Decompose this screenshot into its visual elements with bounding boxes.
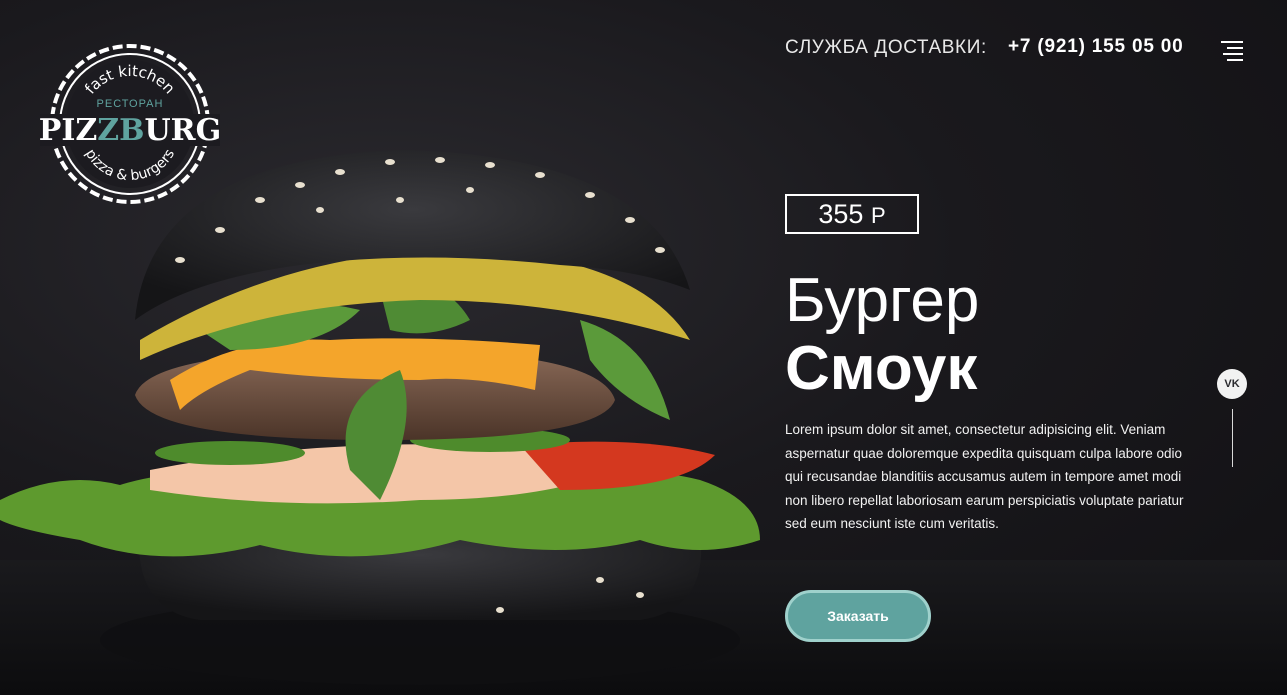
phone-number[interactable]: +7 (921) 155 05 00 bbox=[1008, 36, 1184, 58]
order-button[interactable]: Заказать bbox=[785, 590, 931, 642]
product-title-line2: Смоук bbox=[785, 334, 978, 403]
delivery-label: СЛУЖБА ДОСТАВКИ: bbox=[785, 37, 987, 58]
burger-image bbox=[0, 150, 760, 685]
logo-sub-text: РЕСТОРАН bbox=[97, 98, 164, 110]
product-title-line1: Бургер bbox=[785, 266, 980, 335]
price-value: 355 bbox=[818, 199, 864, 229]
hamburger-menu-icon[interactable] bbox=[1221, 41, 1243, 61]
price-badge: 355 Р bbox=[785, 194, 919, 234]
price-currency: Р bbox=[870, 203, 886, 228]
product-description: Lorem ipsum dolor sit amet, consectetur … bbox=[785, 422, 1184, 531]
social-divider bbox=[1232, 409, 1233, 467]
vk-icon[interactable]: VK bbox=[1217, 369, 1247, 399]
